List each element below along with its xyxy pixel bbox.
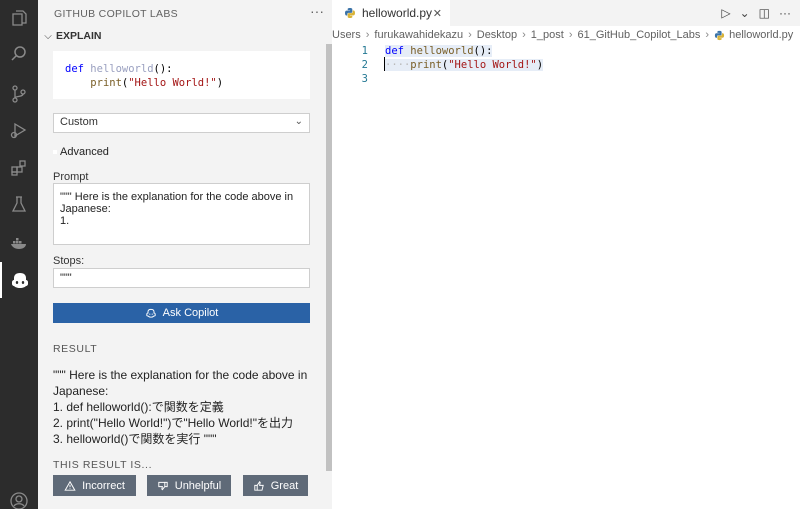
ask-copilot-label: Ask Copilot xyxy=(162,307,219,319)
copilot-labs-sidebar: GITHUB COPILOT LABS ··· ⌵ EXPLAIN def he… xyxy=(38,0,332,509)
code-area[interactable]: def helloworld(): ····print("Hello World… xyxy=(385,44,544,86)
text-cursor xyxy=(384,57,385,71)
tab-bar: helloworld.py ✕ ▷ ⌄ ◫ ··· xyxy=(332,0,800,26)
thumbs-up-icon xyxy=(254,480,264,491)
breadcrumb-item[interactable]: furukawahidekazu xyxy=(374,29,463,41)
thumbs-down-icon xyxy=(158,481,168,490)
result-line: Japanese: xyxy=(53,384,109,398)
run-debug-icon[interactable] xyxy=(0,112,38,148)
brush-select[interactable]: Custom ⌄ xyxy=(53,113,310,133)
code-keyword: def xyxy=(65,63,84,75)
selection: def helloworld(): xyxy=(385,45,493,57)
result-line: 2. print("Hello World!")で"Hello World!"を… xyxy=(53,416,293,430)
code-line: print("Hello World!") xyxy=(65,76,298,90)
chevron-down-icon: ⌄ xyxy=(294,116,303,127)
chevron-down-icon[interactable]: ⌄ xyxy=(740,6,750,20)
breadcrumb-item[interactable]: 61_GitHub_Copilot_Labs xyxy=(577,29,700,41)
code-punct: (): xyxy=(473,45,493,57)
result-line: """ Here is the explanation for the code… xyxy=(53,368,308,382)
breadcrumb-item[interactable]: Users xyxy=(332,29,361,41)
code-line: def helloworld(): xyxy=(385,44,543,58)
feedback-heading: THIS RESULT IS... xyxy=(53,459,153,471)
code-keyword: def xyxy=(385,45,404,57)
stops-input[interactable]: """ xyxy=(53,268,310,288)
more-actions-icon[interactable]: ··· xyxy=(779,6,791,20)
docker-icon[interactable] xyxy=(0,224,38,260)
copilot-icon xyxy=(145,308,156,318)
tab-label: helloworld.py xyxy=(362,6,433,20)
section-label: EXPLAIN xyxy=(56,30,102,42)
explain-section-header[interactable]: ⌵ EXPLAIN xyxy=(38,28,332,44)
select-value: Custom xyxy=(60,116,98,128)
source-control-icon[interactable] xyxy=(0,76,38,112)
incorrect-label: Incorrect xyxy=(82,479,125,492)
selection: ····print("Hello World!") xyxy=(385,59,544,71)
advanced-marker xyxy=(53,150,57,154)
advanced-toggle[interactable]: Advanced xyxy=(53,146,109,158)
breadcrumb-item[interactable]: helloworld.py xyxy=(729,29,793,41)
editor-actions: ▷ ⌄ ◫ ··· xyxy=(721,0,800,26)
code-call: print xyxy=(410,59,442,71)
unhelpful-label: Unhelpful xyxy=(174,479,222,492)
close-icon[interactable]: ✕ xyxy=(433,7,442,20)
editor: helloworld.py ✕ ▷ ⌄ ◫ ··· Users › furukaw… xyxy=(332,0,800,509)
incorrect-button[interactable]: Incorrect xyxy=(53,475,136,496)
code-line: ····print("Hello World!") xyxy=(385,58,544,72)
chevron-right-icon: › xyxy=(365,29,370,41)
code-string: "Hello World!" xyxy=(128,77,217,89)
code-function-name: helloworld xyxy=(410,45,474,57)
warning-icon xyxy=(64,480,76,491)
result-heading: RESULT xyxy=(53,343,98,355)
copilot-labs-icon[interactable] xyxy=(0,262,38,298)
more-actions-icon[interactable]: ··· xyxy=(310,3,324,19)
great-button[interactable]: Great xyxy=(243,475,308,496)
activity-bar xyxy=(0,0,38,509)
result-line: 1. def helloworld():で関数を定義 xyxy=(53,400,224,414)
prompt-label: Prompt xyxy=(53,171,89,183)
prompt-textarea[interactable]: """ Here is the explanation for the code… xyxy=(53,183,310,245)
advanced-label: Advanced xyxy=(60,146,109,158)
chevron-right-icon: › xyxy=(705,29,710,41)
unhelpful-button[interactable]: Unhelpful xyxy=(147,475,231,496)
code-punct: ) xyxy=(216,77,224,89)
chevron-right-icon: › xyxy=(568,29,573,41)
run-icon[interactable]: ▷ xyxy=(721,6,730,20)
ask-copilot-button[interactable]: Ask Copilot xyxy=(53,303,310,323)
split-editor-icon[interactable]: ◫ xyxy=(759,6,770,20)
result-text: """ Here is the explanation for the code… xyxy=(53,367,313,447)
python-file-icon xyxy=(345,8,355,18)
code-line: def helloworld(): xyxy=(65,62,298,76)
line-number: 3 xyxy=(361,73,368,85)
account-icon[interactable] xyxy=(0,483,38,509)
whitespace-dots: ···· xyxy=(385,59,411,71)
code-call: print xyxy=(90,77,122,89)
chevron-down-icon: ⌵ xyxy=(44,30,52,42)
chevron-right-icon: › xyxy=(468,29,472,41)
stops-label: Stops: xyxy=(53,255,85,267)
testing-icon[interactable] xyxy=(0,186,38,222)
breadcrumb-item[interactable]: 1_post xyxy=(531,29,564,41)
breadcrumb: Users › furukawahidekazu › Desktop › 1_post… xyxy=(332,27,800,43)
python-file-icon xyxy=(714,30,725,40)
search-icon[interactable] xyxy=(0,36,38,72)
line-number: 2 xyxy=(361,59,368,71)
tab-helloworld-py[interactable]: helloworld.py ✕ xyxy=(332,0,450,26)
explorer-icon[interactable] xyxy=(0,0,38,36)
result-line: 3. helloworld()で関数を実行 """ xyxy=(53,432,217,446)
chevron-right-icon: › xyxy=(522,29,526,41)
line-number-gutter: 1 2 3 xyxy=(332,44,368,86)
selected-code-preview: def helloworld(): print("Hello World!") xyxy=(53,51,310,99)
line-number: 1 xyxy=(361,45,368,57)
code-punct: ) xyxy=(536,59,544,71)
extensions-icon[interactable] xyxy=(0,150,38,186)
great-label: Great xyxy=(270,479,299,492)
code-punct: (): xyxy=(153,63,173,75)
sidebar-title: GITHUB COPILOT LABS xyxy=(54,8,178,20)
code-function-name: helloworld xyxy=(90,63,154,75)
breadcrumb-item[interactable]: Desktop xyxy=(477,29,517,41)
code-string: "Hello World!" xyxy=(448,59,537,71)
